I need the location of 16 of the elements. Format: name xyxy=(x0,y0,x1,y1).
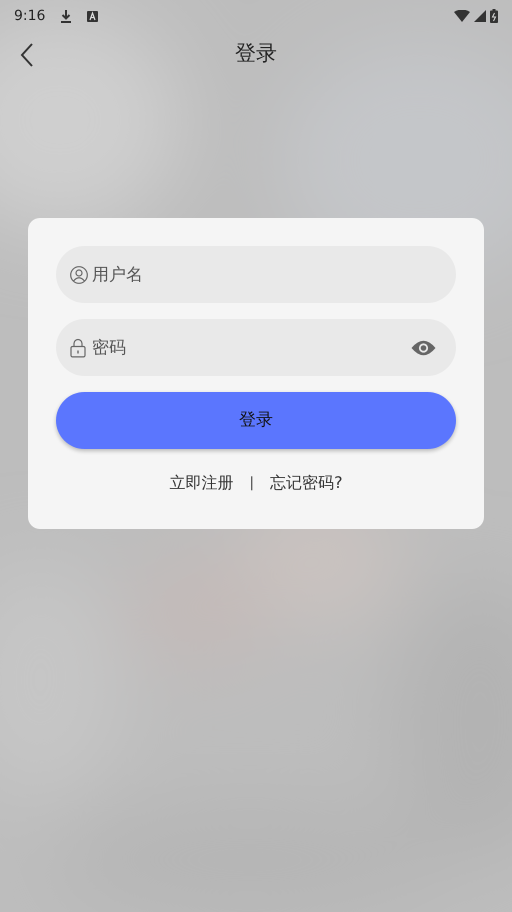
download-icon xyxy=(61,10,72,22)
keyboard-icon xyxy=(87,10,98,22)
user-icon xyxy=(70,266,88,284)
login-button[interactable]: 登录 xyxy=(56,392,456,449)
signal-icon xyxy=(474,10,486,22)
page-title: 登录 xyxy=(235,40,277,68)
eye-icon[interactable] xyxy=(411,339,436,356)
password-field[interactable]: 密码 xyxy=(56,319,456,376)
username-field[interactable]: 用户名 xyxy=(56,246,456,303)
text-link[interactable]: 忘记密码? xyxy=(270,471,343,495)
wifi-icon xyxy=(454,10,470,22)
text-link[interactable]: 立即注册 xyxy=(169,471,234,495)
lock-icon xyxy=(70,338,86,357)
battery-icon xyxy=(490,9,498,23)
separator: | xyxy=(249,474,254,492)
status-time: 9:16 xyxy=(14,6,46,26)
